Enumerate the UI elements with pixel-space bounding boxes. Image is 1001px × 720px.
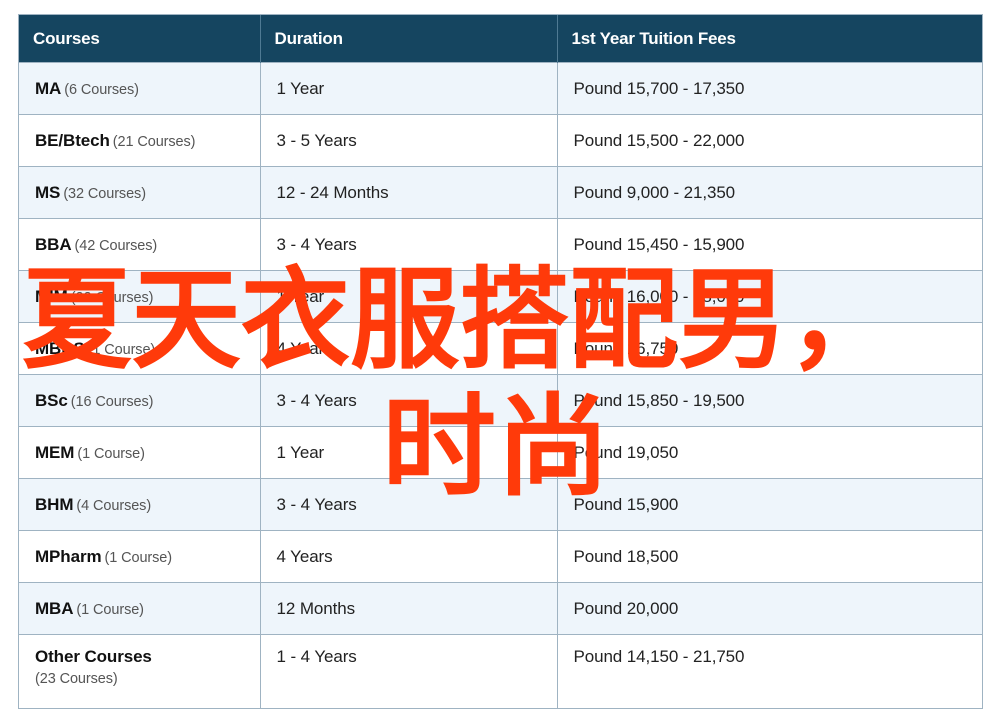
course-cell: MS (32 Courses) bbox=[19, 166, 261, 219]
header-tuition-fees: 1st Year Tuition Fees bbox=[557, 15, 982, 63]
table-row: MA (6 Courses) 1 Year Pound 15,700 - 17,3… bbox=[19, 62, 982, 115]
duration-cell: 12 Months bbox=[260, 582, 558, 635]
course-name-link[interactable]: BE/Btech bbox=[35, 131, 110, 150]
course-count: (32 Courses) bbox=[63, 185, 146, 202]
course-count: (6 Courses) bbox=[64, 81, 139, 98]
course-cell: BHM (4 Courses) bbox=[19, 478, 261, 531]
course-name-link[interactable]: MS bbox=[35, 183, 60, 202]
duration-cell: 1 - 4 Years bbox=[260, 634, 558, 708]
fees-cell: Pound 16,000 - 18,000 bbox=[557, 270, 982, 323]
table-row: MBA (1 Course) 12 Months Pound 20,000 bbox=[19, 582, 982, 635]
course-count: (1 Course) bbox=[87, 341, 156, 358]
header-duration: Duration bbox=[260, 15, 558, 63]
fees-cell: Pound 15,500 - 22,000 bbox=[557, 114, 982, 167]
duration-cell: 1 Year bbox=[260, 270, 558, 323]
course-count: (16 Courses) bbox=[70, 393, 154, 410]
course-count: (42 Courses) bbox=[74, 237, 158, 254]
fees-cell: Pound 15,900 bbox=[557, 478, 982, 531]
tuition-table-container: Courses Duration 1st Year Tuition Fees M… bbox=[18, 14, 983, 709]
course-count: (1 Course) bbox=[77, 445, 145, 462]
table-row: MS (32 Courses) 12 - 24 Months Pound 9,00… bbox=[19, 166, 982, 219]
tuition-table: Courses Duration 1st Year Tuition Fees M… bbox=[19, 15, 982, 708]
fees-cell: Pound 14,150 - 21,750 bbox=[557, 634, 982, 708]
header-courses: Courses bbox=[19, 15, 261, 63]
course-count: (22 Courses) bbox=[70, 289, 154, 306]
duration-cell: 4 Years bbox=[260, 322, 558, 375]
course-name-link[interactable]: BBA bbox=[35, 235, 72, 254]
course-name-link[interactable]: MPharm bbox=[35, 547, 102, 566]
table-row: MPharm (1 Course) 4 Years Pound 18,500 bbox=[19, 530, 982, 583]
fees-cell: Pound 15,450 - 15,900 bbox=[557, 218, 982, 271]
table-row: MEM (1 Course) 1 Year Pound 19,050 bbox=[19, 426, 982, 479]
duration-cell: 3 - 4 Years bbox=[260, 218, 558, 271]
course-cell: MPharm (1 Course) bbox=[19, 530, 261, 583]
course-cell: MEM (1 Course) bbox=[19, 426, 261, 479]
duration-cell: 1 Year bbox=[260, 426, 558, 479]
fees-cell: Pound 15,700 - 17,350 bbox=[557, 62, 982, 115]
fees-cell: Pound 20,000 bbox=[557, 582, 982, 635]
course-cell: BBA (42 Courses) bbox=[19, 218, 261, 271]
course-name-link[interactable]: MBBS bbox=[35, 339, 85, 358]
course-cell: BSc (16 Courses) bbox=[19, 374, 261, 427]
table-row: BE/Btech (21 Courses) 3 - 5 Years Pound 1… bbox=[19, 114, 982, 167]
course-cell: Other Courses (23 Courses) bbox=[19, 634, 261, 708]
duration-cell: 3 - 4 Years bbox=[260, 374, 558, 427]
fees-cell: Pound 16,750 bbox=[557, 322, 982, 375]
duration-cell: 1 Year bbox=[260, 62, 558, 115]
course-name-link[interactable]: MEM bbox=[35, 443, 74, 462]
course-count: (23 Courses) bbox=[35, 671, 118, 687]
duration-cell: 4 Years bbox=[260, 530, 558, 583]
duration-cell: 3 - 5 Years bbox=[260, 114, 558, 167]
fees-cell: Pound 15,850 - 19,500 bbox=[557, 374, 982, 427]
table-row: BSc (16 Courses) 3 - 4 Years Pound 15,850… bbox=[19, 374, 982, 427]
table-row: MBBS (1 Course) 4 Years Pound 16,750 bbox=[19, 322, 982, 375]
fees-cell: Pound 18,500 bbox=[557, 530, 982, 583]
fees-cell: Pound 9,000 - 21,350 bbox=[557, 166, 982, 219]
course-count: (1 Course) bbox=[76, 601, 144, 618]
duration-cell: 12 - 24 Months bbox=[260, 166, 558, 219]
course-cell: MBBS (1 Course) bbox=[19, 322, 261, 375]
duration-cell: 3 - 4 Years bbox=[260, 478, 558, 531]
table-header: Courses Duration 1st Year Tuition Fees bbox=[19, 15, 982, 63]
table-row: BHM (4 Courses) 3 - 4 Years Pound 15,900 bbox=[19, 478, 982, 531]
course-count: (21 Courses) bbox=[112, 133, 196, 150]
course-cell: MBA (1 Course) bbox=[19, 582, 261, 635]
course-name-link[interactable]: MBA bbox=[35, 599, 74, 618]
course-name-link[interactable]: MIM bbox=[35, 287, 68, 306]
course-cell: MA (6 Courses) bbox=[19, 62, 261, 115]
course-name-link[interactable]: BSc bbox=[35, 391, 68, 410]
course-count: (4 Courses) bbox=[76, 497, 152, 514]
header-row: Courses Duration 1st Year Tuition Fees bbox=[19, 15, 982, 63]
table-body: MA (6 Courses) 1 Year Pound 15,700 - 17,3… bbox=[19, 62, 982, 708]
course-count: (1 Course) bbox=[104, 549, 172, 566]
table-row: Other Courses (23 Courses) 1 - 4 Years Po… bbox=[19, 634, 982, 708]
course-name-link[interactable]: BHM bbox=[35, 495, 74, 514]
course-cell: BE/Btech (21 Courses) bbox=[19, 114, 261, 167]
table-row: BBA (42 Courses) 3 - 4 Years Pound 15,450… bbox=[19, 218, 982, 271]
table-row: MIM (22 Courses) 1 Year Pound 16,000 - 18… bbox=[19, 270, 982, 323]
course-name-link[interactable]: MA bbox=[35, 79, 61, 98]
course-name-link[interactable]: Other Courses bbox=[35, 647, 152, 666]
course-cell: MIM (22 Courses) bbox=[19, 270, 261, 323]
fees-cell: Pound 19,050 bbox=[557, 426, 982, 479]
